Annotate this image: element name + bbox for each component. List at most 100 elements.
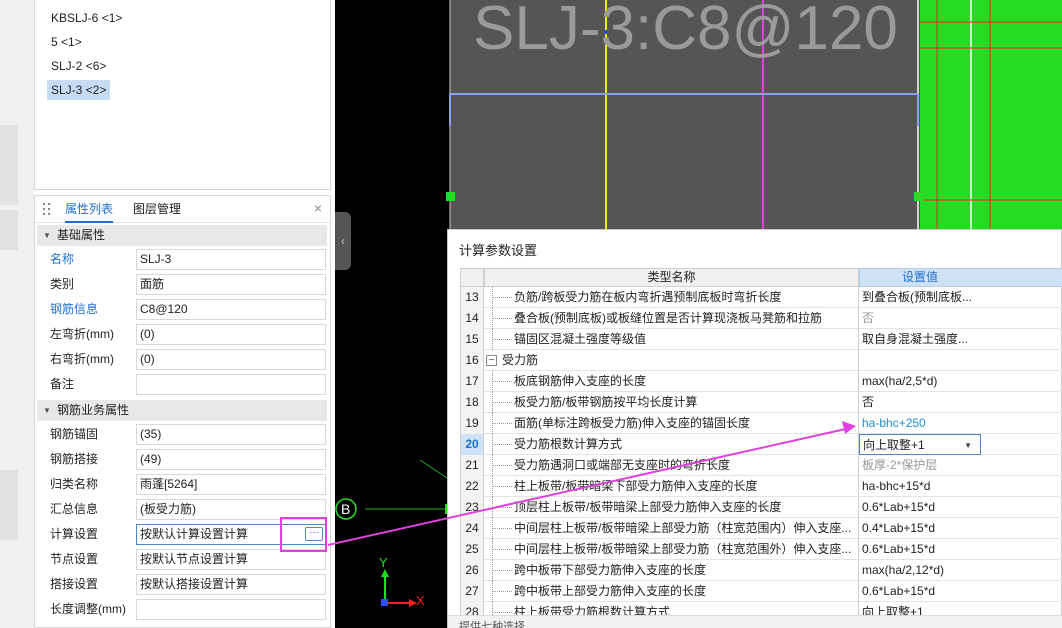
prop-value-input[interactable]: SLJ-3: [136, 249, 326, 270]
component-list-item[interactable]: SLJ-2 <6>: [47, 56, 110, 76]
param-row[interactable]: 14 叠合板(预制底板)或板缝位置是否计算现浇板马凳筋和拉筋 否: [460, 308, 1062, 329]
param-row[interactable]: 22 柱上板带/板带暗梁下部受力筋伸入支座的长度 ha-bhc+15*d: [460, 476, 1062, 497]
param-row[interactable]: 20 受力筋根数计算方式 向上取整+1 ▼: [460, 434, 1062, 455]
prop-value-input[interactable]: (49): [136, 449, 326, 470]
tree-connector: [492, 381, 512, 382]
param-value[interactable]: ha-bhc+250: [859, 413, 1062, 434]
param-value[interactable]: 0.6*Lab+15*d: [859, 497, 1062, 518]
properties-tab-bar: 属性列表 图层管理 ×: [35, 196, 330, 223]
component-list-item[interactable]: 5 <1>: [47, 32, 86, 52]
param-name: 锚固区混凝土强度等级值: [484, 329, 859, 350]
tab-layer-management[interactable]: 图层管理: [133, 196, 181, 223]
param-name-text: 叠合板(预制底板)或板缝位置是否计算现浇板马凳筋和拉筋: [514, 311, 822, 325]
grip-point: [914, 192, 923, 201]
param-name-text: 中间层柱上板带/板带暗梁上部受力筋（柱宽范围外）伸入支座...: [514, 542, 852, 556]
param-row[interactable]: 27 跨中板带上部受力筋伸入支座的长度 0.6*Lab+15*d: [460, 581, 1062, 602]
row-index: 22: [460, 476, 484, 497]
param-value[interactable]: 否: [859, 392, 1062, 413]
header-setting-value[interactable]: 设置值: [859, 268, 1062, 287]
close-icon[interactable]: ×: [314, 200, 322, 216]
param-name-text: 锚固区混凝土强度等级值: [514, 332, 647, 346]
prop-row-remark: 备注: [35, 372, 330, 397]
param-row[interactable]: 15 锚固区混凝土强度等级值 取自身混凝土强度...: [460, 329, 1062, 350]
param-name: 跨中板带下部受力筋伸入支座的长度: [484, 560, 859, 581]
param-row[interactable]: 24 中间层柱上板带/板带暗梁上部受力筋（柱宽范围内）伸入支座... 0.4*Lab…: [460, 518, 1062, 539]
param-row[interactable]: 19 面筋(单标注跨板受力筋)伸入支座的锚固长度 ha-bhc+250: [460, 413, 1062, 434]
param-row[interactable]: 26 跨中板带下部受力筋伸入支座的长度 max(ha/2,12*d): [460, 560, 1062, 581]
prop-value-input[interactable]: (0): [136, 324, 326, 345]
green-slab-area: [920, 0, 1062, 240]
param-row[interactable]: 23 顶层柱上板带/板带暗梁上部受力筋伸入支座的长度 0.6*Lab+15*d: [460, 497, 1062, 518]
param-value[interactable]: 到叠合板(预制底板...: [859, 287, 1062, 308]
tab-property-list[interactable]: 属性列表: [65, 196, 114, 223]
prop-row-category: 类别 面筋: [35, 272, 330, 297]
param-name: 板受力筋/板带钢筋按平均长度计算: [484, 392, 859, 413]
param-value[interactable]: 0.6*Lab+15*d: [859, 581, 1062, 602]
param-value[interactable]: 板厚-2*保护层: [859, 455, 1062, 476]
group-rebar-business-properties[interactable]: ▼ 钢筋业务属性: [37, 400, 327, 421]
param-value[interactable]: 0.4*Lab+15*d: [859, 518, 1062, 539]
tree-connector: [492, 570, 512, 571]
component-list-item-selected[interactable]: SLJ-3 <2>: [47, 80, 111, 100]
param-row[interactable]: 21 受力筋遇洞口或端部无支座时的弯折长度 板厚-2*保护层: [460, 455, 1062, 476]
row-index: 24: [460, 518, 484, 539]
left-toolbar-strip: [0, 0, 34, 628]
param-value-text: ha-bhc+250: [862, 416, 926, 430]
param-value[interactable]: max(ha/2,12*d): [859, 560, 1062, 581]
prop-value-input[interactable]: [136, 374, 326, 395]
param-value[interactable]: 取自身混凝土强度...: [859, 329, 1062, 350]
param-row[interactable]: 16− 受力筋: [460, 350, 1062, 371]
left-strip-segment: [0, 470, 18, 540]
prop-label: 名称: [50, 252, 75, 266]
param-row[interactable]: 13 负筋/跨板受力筋在板内弯折遇预制底板时弯折长度 到叠合板(预制底板...: [460, 287, 1062, 308]
header-type-name[interactable]: 类型名称: [484, 268, 859, 287]
row-index: 23: [460, 497, 484, 518]
param-value[interactable]: 0.6*Lab+15*d: [859, 539, 1062, 560]
prop-label: 类别: [50, 277, 75, 291]
param-row[interactable]: 25 中间层柱上板带/板带暗梁上部受力筋（柱宽范围外）伸入支座... 0.6*Lab…: [460, 539, 1062, 560]
row-index: 27: [460, 581, 484, 602]
tree-connector: [492, 465, 512, 466]
prop-value-input[interactable]: 按默认节点设置计算: [136, 549, 326, 570]
tree-connector: [492, 486, 512, 487]
chevron-down-icon[interactable]: ▼: [964, 435, 972, 454]
param-value[interactable]: max(ha/2,5*d): [859, 371, 1062, 392]
prop-label: 计算设置: [50, 527, 99, 541]
param-row[interactable]: 17 板底钢筋伸入支座的长度 max(ha/2,5*d): [460, 371, 1062, 392]
caret-down-icon: ▼: [43, 406, 51, 415]
prop-row-right-bend: 右弯折(mm) (0): [35, 347, 330, 372]
prop-value-input[interactable]: 面筋: [136, 274, 326, 295]
prop-value-input[interactable]: [136, 599, 326, 620]
tree-connector: [492, 528, 512, 529]
prop-value-input[interactable]: C8@120: [136, 299, 326, 320]
param-name: 柱上板带/板带暗梁下部受力筋伸入支座的长度: [484, 476, 859, 497]
axis-marker-label: B: [341, 501, 351, 517]
prop-value-input[interactable]: (35): [136, 424, 326, 445]
drag-grip-icon[interactable]: [43, 203, 51, 217]
tree-connector: [492, 339, 512, 340]
group-basic-properties[interactable]: ▼ 基础属性: [37, 225, 327, 246]
tree-connector: [492, 612, 512, 613]
panel-collapse-handle[interactable]: ‹: [335, 212, 351, 270]
prop-row-rebar-info: 钢筋信息 C8@120: [35, 297, 330, 322]
param-name-text: 负筋/跨板受力筋在板内弯折遇预制底板时弯折长度: [514, 290, 782, 304]
prop-value-input[interactable]: 雨蓬[5264]: [136, 474, 326, 495]
param-value[interactable]: [859, 350, 1062, 371]
param-value[interactable]: ha-bhc+15*d: [859, 476, 1062, 497]
collapse-icon[interactable]: −: [486, 355, 497, 366]
tree-connector: [492, 318, 512, 319]
param-value[interactable]: 否: [859, 308, 1062, 329]
param-value-text: 到叠合板(预制底板...: [862, 290, 972, 304]
component-list-item[interactable]: KBSLJ-6 <1>: [47, 8, 126, 28]
prop-value-input[interactable]: (0): [136, 349, 326, 370]
caret-down-icon: ▼: [43, 231, 51, 240]
prop-label: 钢筋搭接: [50, 452, 99, 466]
param-name-text: 跨中板带下部受力筋伸入支座的长度: [514, 563, 707, 577]
param-value-text: 板厚-2*保护层: [862, 458, 938, 472]
group-title: 基础属性: [57, 228, 106, 242]
param-value-dropdown[interactable]: 向上取整+1 ▼: [859, 434, 981, 455]
param-value-text: 0.6*Lab+15*d: [862, 584, 936, 598]
prop-value-input[interactable]: 按默认搭接设置计算: [136, 574, 326, 595]
param-row[interactable]: 18 板受力筋/板带钢筋按平均长度计算 否: [460, 392, 1062, 413]
row-index: 26: [460, 560, 484, 581]
